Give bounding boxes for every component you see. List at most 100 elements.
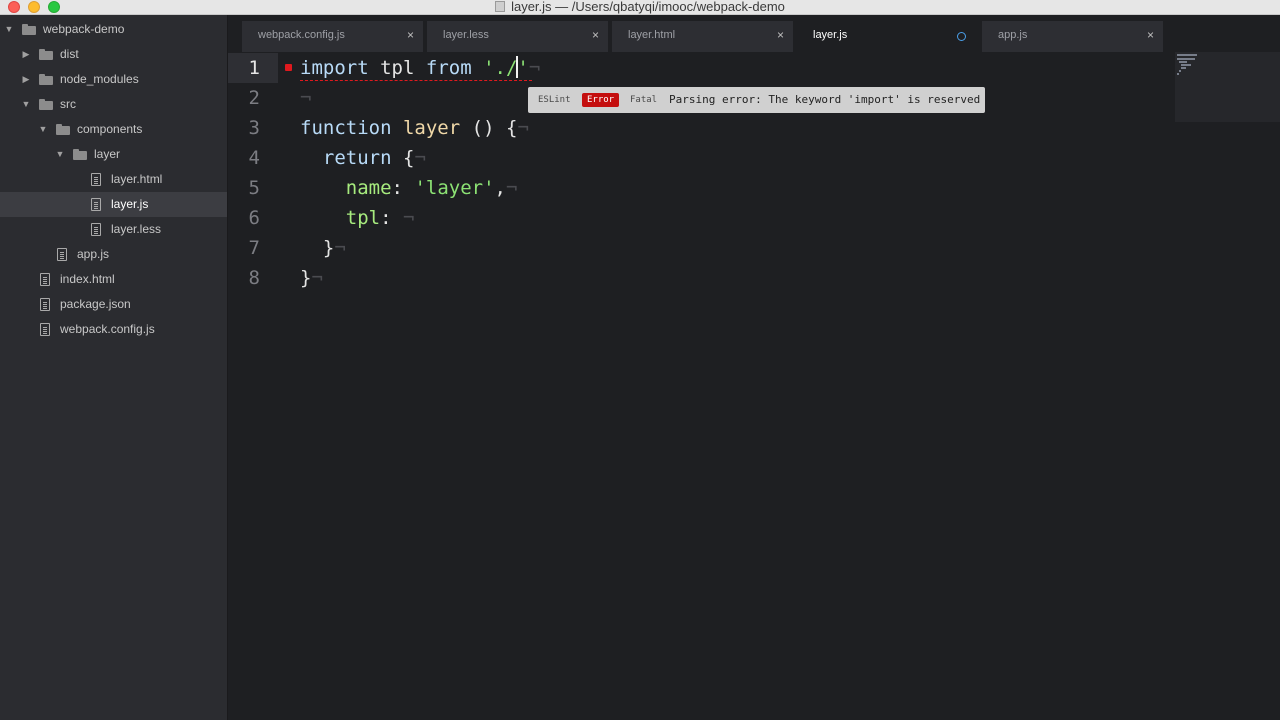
unsaved-dot-icon[interactable] xyxy=(957,32,966,41)
close-tab-icon[interactable]: × xyxy=(777,21,784,50)
code-line[interactable]: tpl: ¬ xyxy=(300,203,415,233)
tree-item-label: webpack.config.js xyxy=(60,322,155,336)
tree-item-dist[interactable]: ▶ dist xyxy=(0,42,227,67)
minimap-line xyxy=(1177,54,1197,56)
line-number: 8 xyxy=(248,267,260,289)
folder-icon xyxy=(39,49,53,60)
lint-message: Parsing error: The keyword 'import' is r… xyxy=(669,93,981,106)
minimap-line xyxy=(1177,73,1179,75)
tree-item-label: layer.js xyxy=(111,197,149,211)
tab-label: webpack.config.js xyxy=(258,29,345,41)
folder-icon xyxy=(39,99,53,110)
tab-layer-html[interactable]: layer.html × xyxy=(612,21,793,52)
chevron-down-icon[interactable]: ▼ xyxy=(4,17,14,42)
code-line[interactable]: function layer () {¬ xyxy=(300,113,529,143)
tab-label: layer.html xyxy=(628,29,676,41)
line-number: 1 xyxy=(248,57,260,79)
line-number: 7 xyxy=(248,237,260,259)
minimap-line xyxy=(1177,58,1195,60)
tree-item-label: node_modules xyxy=(60,72,139,86)
tree-item-package-json[interactable]: package.json xyxy=(0,292,227,317)
tab-label: app.js xyxy=(998,29,1028,41)
file-icon xyxy=(40,273,50,286)
tree-item-node-modules[interactable]: ▶ node_modules xyxy=(0,67,227,92)
file-icon xyxy=(57,248,67,261)
lint-severity-badge: Error xyxy=(582,93,620,107)
tree-item-label: src xyxy=(60,97,76,111)
line-number: 3 xyxy=(248,117,260,139)
lint-error-marker-icon[interactable] xyxy=(285,64,292,71)
lint-provider: ESLint xyxy=(538,95,571,105)
tree-item-components[interactable]: ▼ components xyxy=(0,117,227,142)
tree-item-layer-html[interactable]: layer.html xyxy=(0,167,227,192)
folder-icon xyxy=(73,149,87,160)
chevron-down-icon[interactable]: ▼ xyxy=(21,92,31,117)
tree-item-label: app.js xyxy=(77,247,110,261)
lint-error-underline xyxy=(300,80,532,81)
code-editor[interactable]: 1 2 3 4 5 6 7 8 import tpl from './'¬ ¬ … xyxy=(228,52,1280,720)
code-line[interactable]: }¬ xyxy=(300,233,346,263)
close-tab-icon[interactable]: × xyxy=(1147,21,1154,50)
file-icon xyxy=(91,223,101,236)
tree-item-label: layer.html xyxy=(111,172,163,186)
line-number: 2 xyxy=(248,87,260,109)
tab-layer-less[interactable]: layer.less × xyxy=(427,21,608,52)
window-title-container: layer.js — /Users/qbatyqi/imooc/webpack-… xyxy=(0,0,1280,14)
tree-item-label: layer xyxy=(94,147,121,161)
tab-webpack-config-js[interactable]: webpack.config.js × xyxy=(242,21,423,52)
folder-icon xyxy=(39,74,53,85)
window-title: layer.js — /Users/qbatyqi/imooc/webpack-… xyxy=(511,0,785,14)
code-line[interactable]: return {¬ xyxy=(300,143,426,173)
window-titlebar: layer.js — /Users/qbatyqi/imooc/webpack-… xyxy=(0,0,1280,15)
chevron-down-icon[interactable]: ▼ xyxy=(38,117,48,142)
minimap-line xyxy=(1179,61,1187,63)
tree-item-webpack-config-js[interactable]: webpack.config.js xyxy=(0,317,227,342)
minimap[interactable] xyxy=(1175,52,1280,122)
line-number: 5 xyxy=(248,177,260,199)
line-gutter: 1 2 3 4 5 6 7 8 xyxy=(228,52,298,720)
tree-item-webpack-demo[interactable]: ▼ webpack-demo xyxy=(0,17,227,42)
chevron-right-icon[interactable]: ▶ xyxy=(21,42,31,67)
document-icon xyxy=(495,1,506,12)
chevron-right-icon[interactable]: ▶ xyxy=(21,67,31,92)
code-line[interactable]: ¬ xyxy=(300,83,311,113)
line-number: 6 xyxy=(248,207,260,229)
tree-item-layer-folder[interactable]: ▼ layer xyxy=(0,142,227,167)
text-cursor xyxy=(516,56,519,78)
tab-label: layer.js xyxy=(813,29,848,41)
close-tab-icon[interactable]: × xyxy=(592,21,599,50)
file-icon xyxy=(40,298,50,311)
tree-item-layer-js[interactable]: layer.js xyxy=(0,192,227,217)
minimap-line xyxy=(1179,70,1181,72)
tree-item-label: layer.less xyxy=(111,222,162,236)
folder-icon xyxy=(56,124,70,135)
tree-item-layer-less[interactable]: layer.less xyxy=(0,217,227,242)
code-line[interactable]: import tpl from './'¬ xyxy=(300,53,540,83)
tree-item-index-html[interactable]: index.html xyxy=(0,267,227,292)
tree-item-label: webpack-demo xyxy=(43,22,125,36)
folder-icon xyxy=(22,24,36,35)
close-tab-icon[interactable]: × xyxy=(407,21,414,50)
tree-item-label: dist xyxy=(60,47,79,61)
project-tree: ▼ webpack-demo ▶ dist ▶ node_modules ▼ s… xyxy=(0,15,228,720)
tree-item-src[interactable]: ▼ src xyxy=(0,92,227,117)
code-line[interactable]: }¬ xyxy=(300,263,323,293)
tree-item-label: package.json xyxy=(60,297,131,311)
tree-item-label: components xyxy=(77,122,143,136)
tree-item-app-js[interactable]: app.js xyxy=(0,242,227,267)
file-icon xyxy=(40,323,50,336)
file-icon xyxy=(91,173,101,186)
tree-item-label: index.html xyxy=(60,272,115,286)
minimap-line xyxy=(1181,64,1191,66)
lint-level: Fatal xyxy=(630,95,658,105)
code-line[interactable]: name: 'layer',¬ xyxy=(300,173,518,203)
line-number: 4 xyxy=(248,147,260,169)
file-icon xyxy=(91,198,101,211)
tab-app-js[interactable]: app.js × xyxy=(982,21,1163,52)
minimap-line xyxy=(1181,67,1186,69)
tab-bar: webpack.config.js × layer.less × layer.h… xyxy=(228,15,1280,52)
chevron-down-icon[interactable]: ▼ xyxy=(55,142,65,167)
tab-layer-js[interactable]: layer.js xyxy=(797,21,978,52)
lint-tooltip: ESLint Error Fatal Parsing error: The ke… xyxy=(528,87,985,113)
tab-label: layer.less xyxy=(443,29,489,41)
